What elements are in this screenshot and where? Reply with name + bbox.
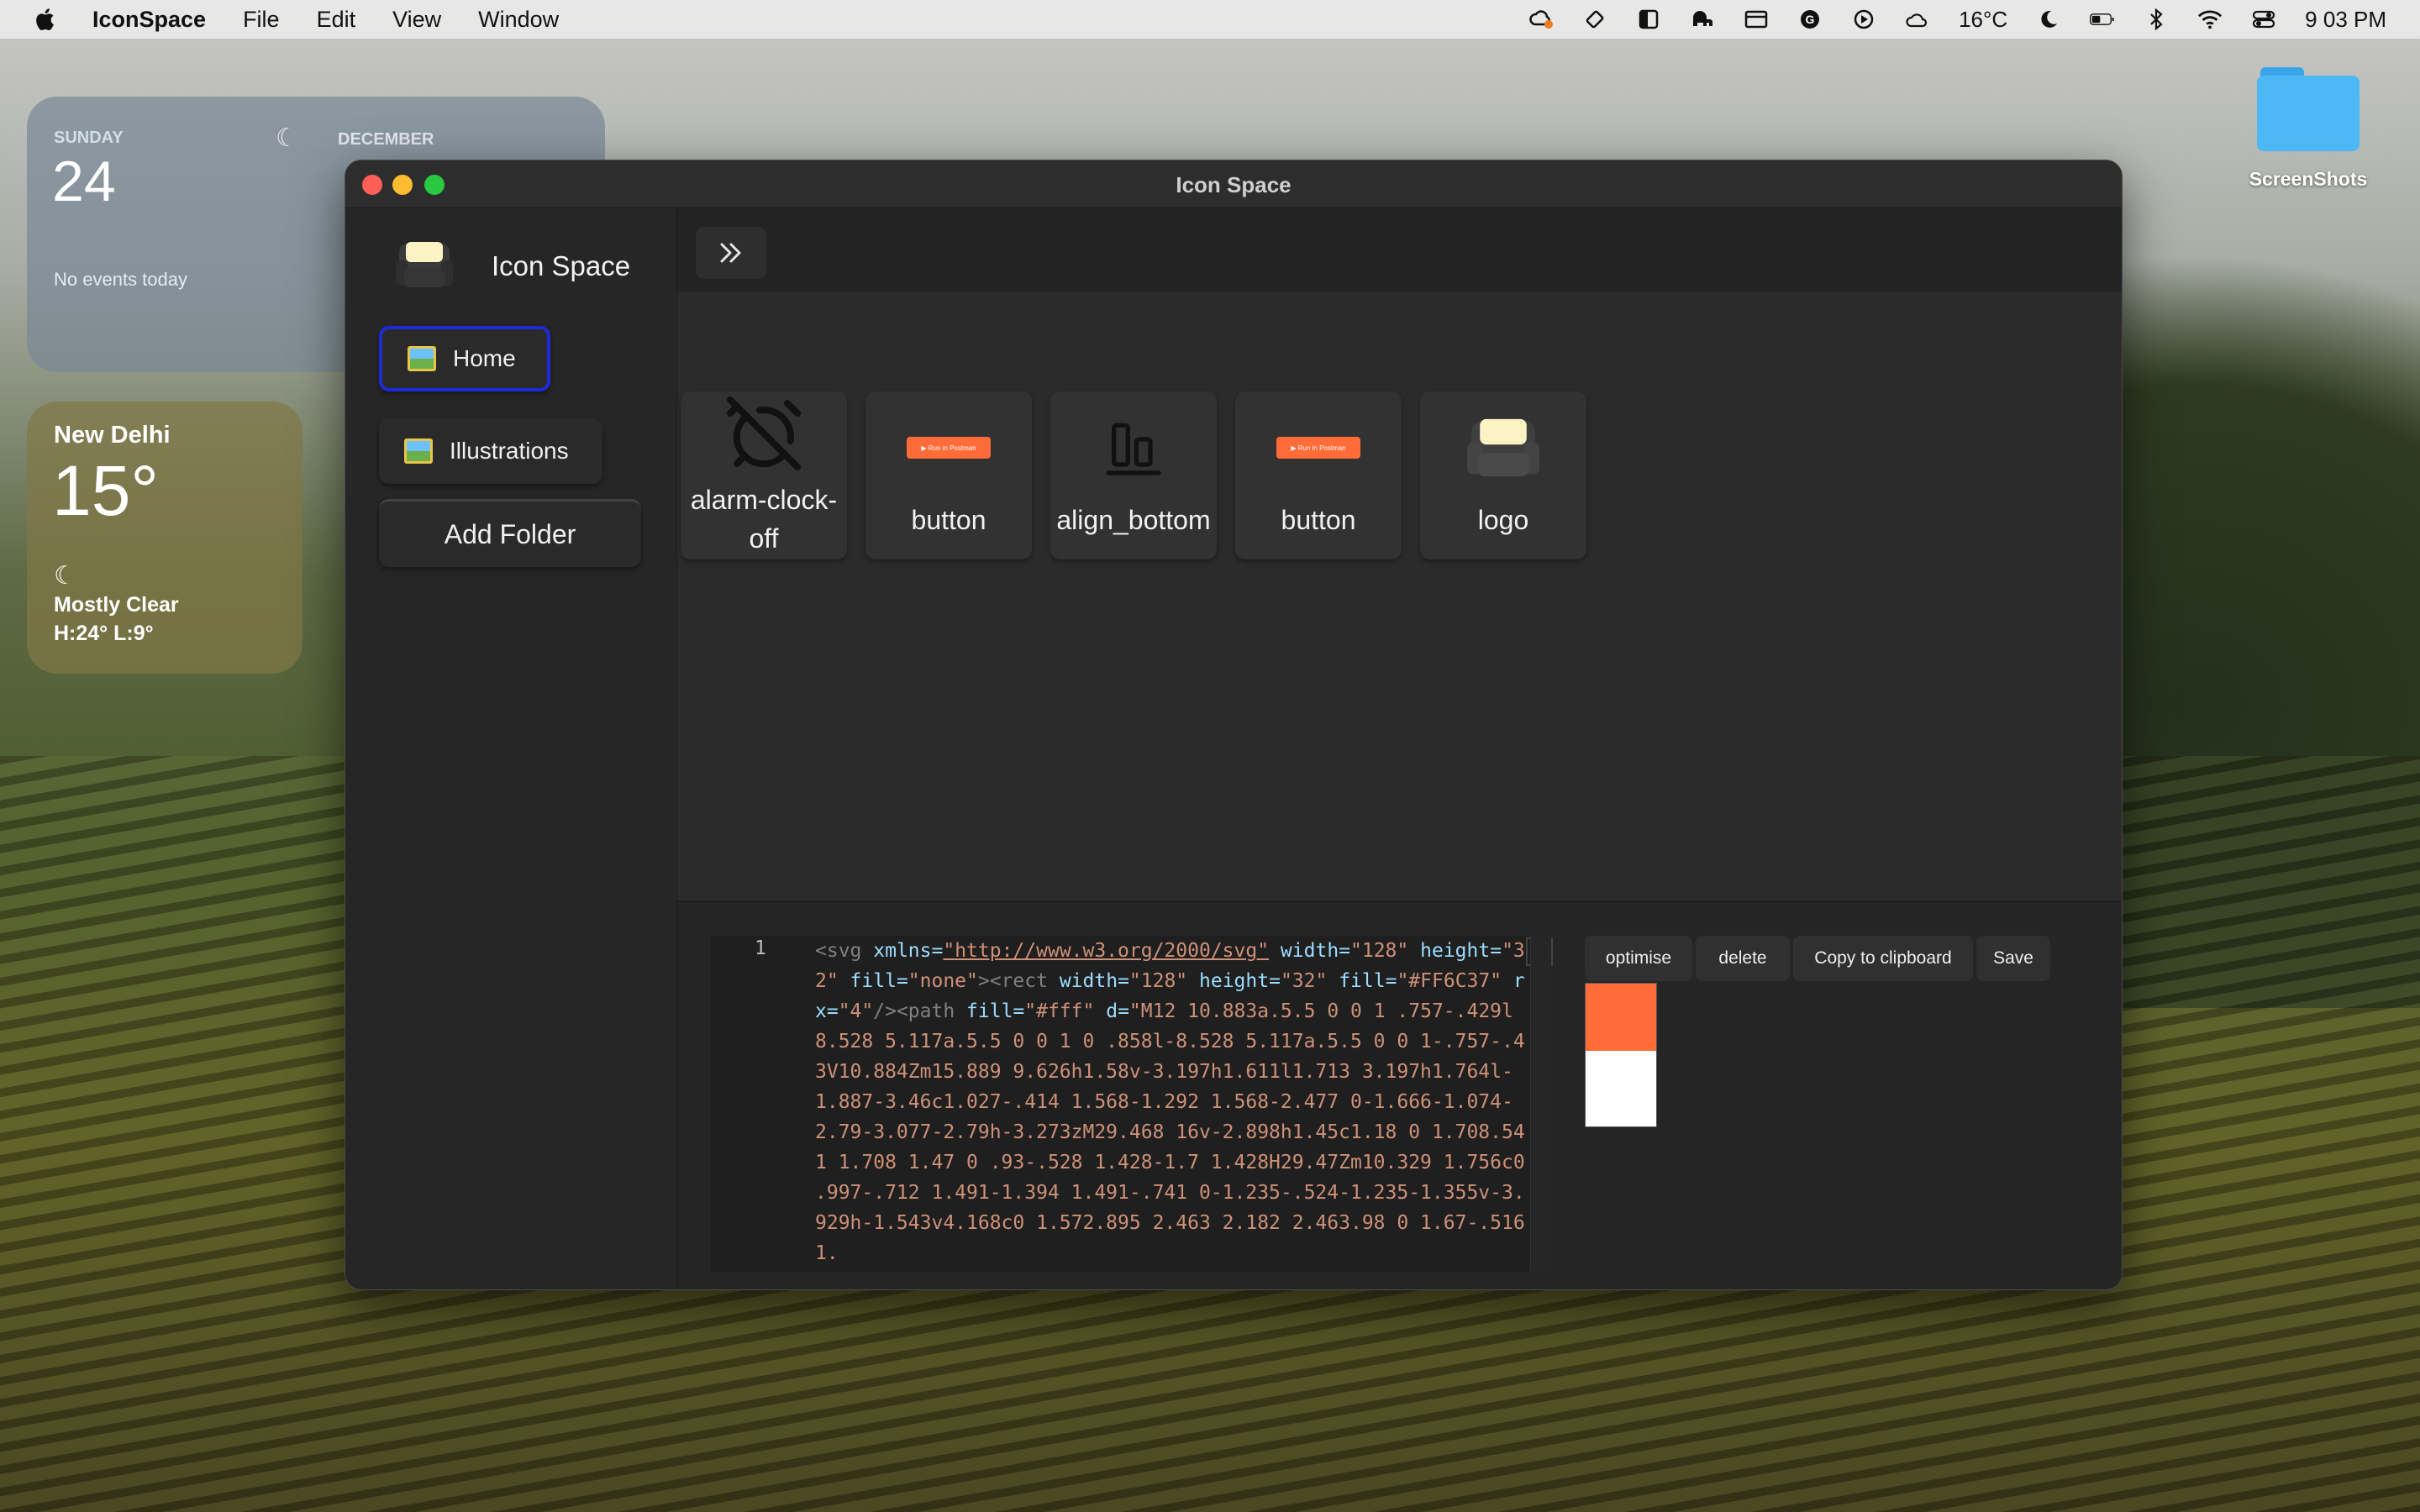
sidebar-toggle-icon[interactable] [1636,8,1661,30]
elephant-icon[interactable] [1690,8,1715,30]
code-scrollbar[interactable] [1530,936,1551,1272]
picture-icon [404,438,433,464]
alarm-clock-off-icon [727,396,801,470]
sidebar-item-label: Illustrations [450,438,569,464]
calendar-no-events: No events today [54,269,187,290]
moon-icon: ☾ [276,124,298,152]
weather-cloud-icon[interactable] [1905,8,1930,30]
wifi-icon[interactable] [2197,8,2223,30]
menu-bar-status: G 16°C 9 03 PM [1528,0,2386,39]
save-button[interactable]: Save [1976,936,2050,981]
icon-tile-align-bottom[interactable]: align_bottom [1050,391,1217,559]
folder-icon [2257,64,2360,151]
picture-icon [408,346,436,371]
icon-tile-label: button [1281,505,1356,535]
main-content: alarm-clock- off ▶ Run in Postman button… [677,208,2122,1289]
play-circle-icon[interactable] [1851,8,1876,30]
weather-condition: Mostly Clear [54,593,179,617]
weather-temp[interactable]: 16°C [1959,7,2007,33]
code-editor[interactable]: 1 <svg xmlns="http://www.w3.org/2000/svg… [711,936,1553,1272]
expand-sidebar-button[interactable] [696,227,766,279]
app-window: Icon Space Icon Space Home Illustrations… [345,160,2123,1290]
sidebar-item-illustrations[interactable]: Illustrations [379,418,602,484]
menu-app-name[interactable]: IconSpace [92,7,206,33]
bluetooth-icon[interactable] [2144,8,2169,30]
weather-city: New Delhi [54,422,171,449]
icon-tile-label: logo [1477,505,1529,535]
sidebar-item-label: Home [453,345,516,371]
brand-name: Icon Space [492,250,631,281]
apple-icon[interactable] [34,7,59,32]
battery-icon[interactable] [2090,8,2115,30]
icon-tile-logo[interactable]: logo [1420,391,1586,559]
align-bottom-icon [1106,423,1161,475]
chevrons-right-icon [720,243,741,263]
moon-icon[interactable] [2036,8,2061,30]
grammarly-icon[interactable]: G [1797,8,1823,30]
weather-high-low: H:24° L:9° [54,622,154,645]
menu-file[interactable]: File [243,7,280,33]
window-title: Icon Space [1176,172,1292,197]
svg-text:G: G [1806,13,1815,26]
menu-clock[interactable]: 9 03 PM [2305,7,2386,33]
icon-tile-label: align_bottom [1056,505,1211,535]
weather-temperature: 15° [52,451,160,530]
color-swatches [1585,983,1657,1127]
calendar-day-name: SUNDAY [54,129,124,147]
copy-to-clipboard-button[interactable]: Copy to clipboard [1793,936,1973,981]
menu-edit[interactable]: Edit [317,7,356,33]
menu-view[interactable]: View [392,7,441,33]
sidebar: Icon Space Home Illustrations Add Folder [345,208,677,1289]
icon-tile-button[interactable]: ▶ Run in Postman button [865,391,1032,559]
desktop-folder-label: ScreenShots [2249,168,2368,190]
color-swatch[interactable] [1586,984,1656,1051]
control-center-icon[interactable] [2251,8,2276,30]
desktop-folder-screenshots[interactable]: ScreenShots [2237,64,2380,191]
rotate-icon[interactable] [1582,8,1607,30]
menu-window[interactable]: Window [478,7,559,33]
run-in-postman-preview: ▶ Run in Postman [907,437,991,459]
line-number: 1 [755,937,766,959]
calendar-date: 24 [52,150,116,213]
editor-panel: 1 <svg xmlns="http://www.w3.org/2000/svg… [677,900,2122,1289]
icon-tile-button[interactable]: ▶ Run in Postman button [1235,391,1402,559]
logo-icon [1467,418,1539,477]
add-folder-button[interactable]: Add Folder [379,499,641,567]
delete-button[interactable]: delete [1696,936,1790,981]
calendar-month: DECEMBER [338,130,434,149]
moon-stars-icon: ☾ [54,562,76,590]
window-titlebar[interactable]: Icon Space [345,160,2122,208]
svg-code[interactable]: <svg xmlns="http://www.w3.org/2000/svg" … [815,936,1529,1272]
toolbar [677,208,2122,292]
creative-cloud-icon[interactable] [1528,8,1554,30]
logo-icon [396,242,453,287]
icon-tile-label: alarm-clock- [690,485,838,515]
calendar-window-icon[interactable] [1744,8,1769,30]
menu-bar: IconSpace File Edit View Window G 16°C 9… [0,0,2420,39]
color-swatch[interactable] [1586,1051,1656,1126]
weather-widget[interactable]: New Delhi 15° ☾ Mostly Clear H:24° L:9° [27,402,302,674]
icon-tile-alarm-clock-off[interactable]: alarm-clock- off [681,391,847,559]
run-in-postman-preview: ▶ Run in Postman [1276,437,1360,459]
icon-tile-label: off [749,523,779,554]
icon-tile-label: button [911,505,986,535]
sidebar-item-home[interactable]: Home [379,326,550,391]
optimise-button[interactable]: optimise [1585,936,1692,981]
